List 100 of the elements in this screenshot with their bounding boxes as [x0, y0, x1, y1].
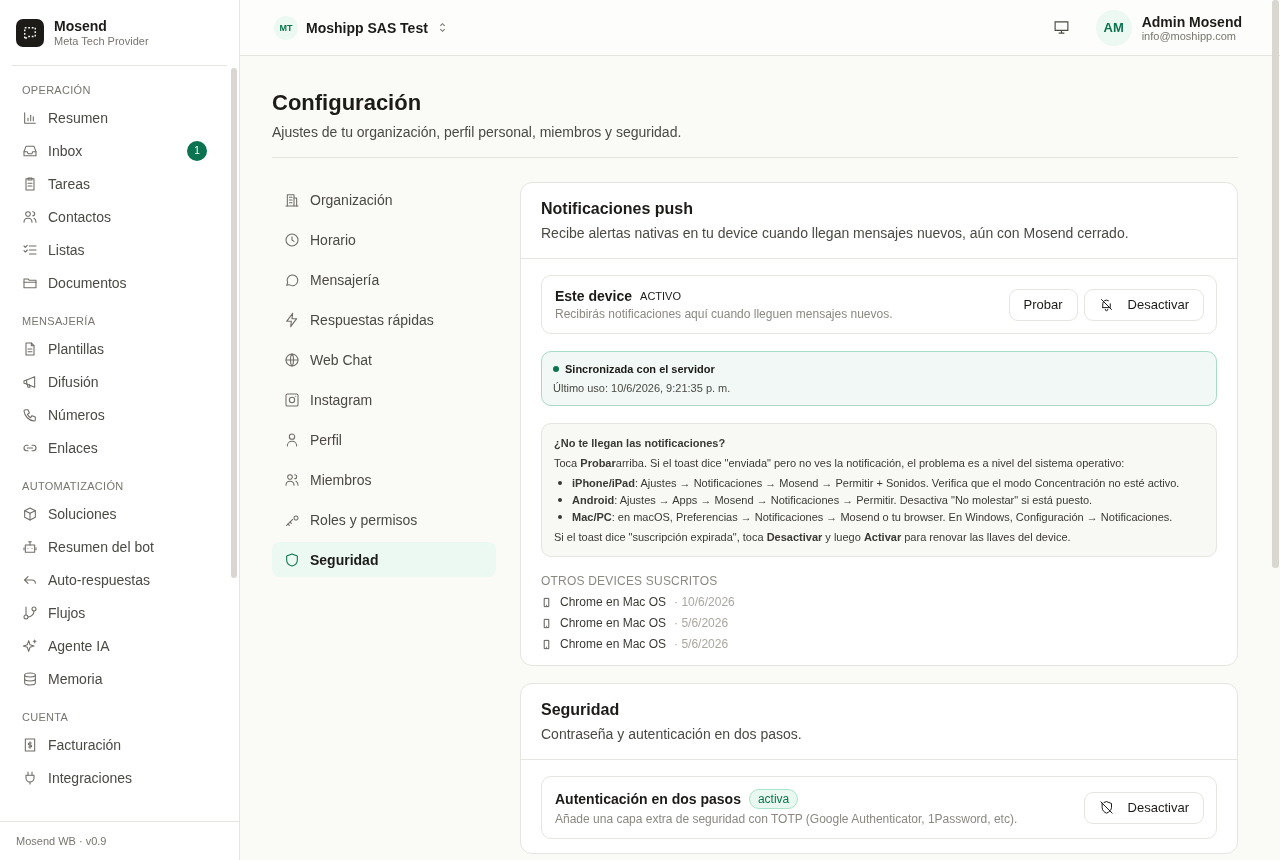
version-label: Mosend WB · v0.9	[16, 835, 107, 847]
help-step: iPhone/iPad: Ajustes → Notificaciones → Mosend → Permitir + Sonidos. Verifica que el modo Concentración no esté activo.	[572, 477, 1180, 489]
building-icon	[284, 191, 300, 208]
sidebar-item[interactable]: Números	[0, 398, 239, 431]
database-icon	[22, 670, 38, 687]
monitor-icon[interactable]	[1052, 19, 1070, 36]
user-avatar[interactable]: AM	[1095, 9, 1132, 46]
section-title: OTROS DEVICES SUSCRITOS	[541, 574, 719, 588]
sidebar-item[interactable]: Facturación	[0, 728, 239, 761]
camera-icon	[284, 391, 300, 408]
settings-tab[interactable]: Roles y permisos	[272, 502, 496, 537]
chart-icon	[22, 109, 38, 126]
bullet-dot	[558, 515, 562, 519]
sidebar-item[interactable]: Difusión	[0, 365, 239, 398]
last-use-text: Último uso: 10/6/2026, 9:21:35 p. m.	[553, 382, 732, 394]
user-name: Admin Mosend	[1141, 13, 1242, 30]
sidebar-item[interactable]: Resumen del bot	[0, 530, 239, 563]
help-step: Android: Ajustes → Apps → Mosend → Notificaciones → Permitir. Desactiva "No molestar" si está puesto.	[572, 494, 1093, 506]
shield-off-icon	[1098, 800, 1114, 815]
chat-bubble-icon	[284, 271, 300, 288]
test-button[interactable]: Probar	[1008, 288, 1078, 321]
bell-off-icon	[1098, 297, 1114, 312]
sidebar-item[interactable]: Integraciones	[0, 761, 239, 794]
card-description: Recibe alertas nativas en tu device cuando llegan mensajes nuevos, aún con Mosend cerrado.	[541, 225, 1130, 241]
settings-tab[interactable]: Web Chat	[272, 342, 496, 377]
device-status: ACTIVO	[640, 290, 681, 302]
logo-icon	[16, 18, 44, 47]
document-icon	[22, 340, 38, 357]
user-icon	[284, 431, 300, 448]
page-subtitle: Ajustes de tu organización, perfil personal, miembros y seguridad.	[272, 124, 1238, 158]
branch-icon	[22, 604, 38, 621]
device-date: · 10/6/2026	[674, 595, 735, 609]
scrollbar-thumb[interactable]	[231, 68, 237, 578]
section-title: MENSAJERÍA	[21, 314, 97, 329]
settings-tab[interactable]: Horario	[272, 222, 496, 257]
device-name: Chrome en Mac OS	[560, 616, 667, 630]
megaphone-icon	[22, 373, 38, 390]
section-title: CUENTA	[21, 710, 70, 725]
user-email: info@moshipp.com	[1141, 29, 1237, 42]
brand-name: Mosend	[54, 18, 108, 34]
help-text: Si el toast dice "suscripción expirada", toca Desactivar y luego Activar para renovar las llaves del device.	[554, 531, 1072, 543]
device-name: Chrome en Mac OS	[560, 637, 667, 651]
sidebar-item[interactable]: Plantillas	[0, 332, 239, 365]
scrollbar-thumb[interactable]	[1272, 0, 1279, 568]
shield-icon	[284, 551, 300, 568]
sidebar-item[interactable]: Contactos	[0, 200, 239, 233]
sidebar-item[interactable]: Soluciones	[0, 497, 239, 530]
help-text: Toca Probararriba. Si el toast dice "enviada" pero no ves la notificación, el problema es a nivel del sistema operativo:	[554, 457, 1126, 469]
card-description: Contraseña y autenticación en dos pasos.	[541, 726, 803, 742]
phone-icon	[541, 616, 552, 630]
sparkles-icon	[22, 637, 38, 654]
deactivate-button[interactable]: Desactivar	[1083, 791, 1204, 824]
settings-tab[interactable]: Organización	[272, 182, 496, 217]
globe-icon	[284, 351, 300, 368]
bot-icon	[22, 538, 38, 555]
count-badge: 1	[187, 140, 207, 161]
phone-icon	[541, 595, 552, 609]
page-title: Configuración	[272, 90, 423, 116]
sidebar-item[interactable]: Memoria	[0, 662, 239, 695]
sidebar-item[interactable]: Enlaces	[0, 431, 239, 464]
device-description: Recibirás notificaciones aquí cuando lleguen mensajes nuevos.	[555, 307, 893, 321]
section-title: AUTOMATIZACIÓN	[21, 479, 125, 494]
bullet-dot	[558, 481, 562, 485]
clipboard-icon	[22, 175, 38, 192]
sidebar-item[interactable]: Listas	[0, 233, 239, 266]
card-title: Notificaciones push	[541, 200, 695, 218]
phone-icon	[541, 637, 552, 651]
settings-tab[interactable]: Seguridad	[272, 542, 496, 577]
settings-tab[interactable]: Mensajería	[272, 262, 496, 297]
device-name: Este device	[555, 288, 633, 304]
settings-tab[interactable]: Miembros	[272, 462, 496, 497]
deactivate-button[interactable]: Desactivar	[1083, 288, 1204, 321]
organization-switcher[interactable]: MT Moshipp SAS Test	[274, 15, 449, 40]
settings-tab[interactable]: Perfil	[272, 422, 496, 457]
sidebar-item[interactable]: Resumen	[0, 101, 239, 134]
phone-icon	[22, 406, 38, 423]
sidebar-item[interactable]: Flujos	[0, 596, 239, 629]
settings-tab[interactable]: Instagram	[272, 382, 496, 417]
help-step: Mac/PC: en macOS, Preferencias → Notificaciones → Mosend o tu browser. En Windows, Configuración → Notificaciones.	[572, 511, 1173, 523]
section-title: OPERACIÓN	[21, 83, 92, 98]
device-name: Chrome en Mac OS	[560, 595, 667, 609]
sidebar-item[interactable]: Inbox 1	[0, 134, 239, 167]
sidebar-item[interactable]: Documentos	[0, 266, 239, 299]
users-icon	[22, 208, 38, 225]
sync-title: Sincronizada con el servidor	[565, 363, 715, 375]
users-icon	[284, 471, 300, 488]
status-badge: activa	[748, 789, 799, 809]
sidebar-item[interactable]: Tareas	[0, 167, 239, 200]
receipt-icon	[22, 736, 38, 753]
sidebar-item[interactable]: Agente IA	[0, 629, 239, 662]
bullet-dot	[558, 498, 562, 502]
help-title: ¿No te llegan las notificaciones?	[554, 437, 727, 449]
clock-icon	[284, 231, 300, 248]
sidebar-item[interactable]: Auto-respuestas	[0, 563, 239, 596]
device-date: · 5/6/2026	[674, 616, 729, 630]
package-icon	[22, 505, 38, 522]
setting-name: Autenticación en dos pasos	[555, 791, 741, 807]
lightning-icon	[284, 311, 300, 328]
settings-tab[interactable]: Respuestas rápidas	[272, 302, 496, 337]
card-title: Seguridad	[541, 701, 621, 719]
